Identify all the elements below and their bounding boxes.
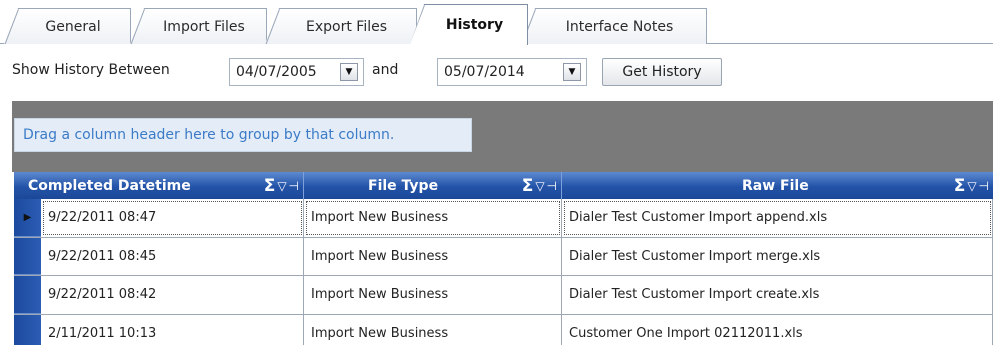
cell-raw-file[interactable]: Dialer Test Customer Import merge.xls xyxy=(562,237,993,275)
row-selector[interactable] xyxy=(14,237,41,275)
cell-completed-datetime[interactable]: 9/22/2011 08:42 xyxy=(41,276,304,314)
cell-file-type[interactable]: Import New Business xyxy=(304,276,562,314)
grid-body: ▶ 9/22/2011 08:47 Import New Business Di… xyxy=(14,199,993,345)
get-history-button[interactable]: Get History xyxy=(602,58,722,86)
grid-header: Completed Datetime Σ ▽ ⊣ File Type Σ ▽ ⊣… xyxy=(14,172,993,199)
cell-file-type[interactable]: Import New Business xyxy=(304,314,562,345)
cell-completed-datetime[interactable]: 2/11/2011 10:13 xyxy=(41,314,304,345)
group-by-hint: Drag a column header here to group by th… xyxy=(14,118,472,152)
table-row[interactable]: ▶ 9/22/2011 08:47 Import New Business Di… xyxy=(14,199,993,238)
row-selector[interactable]: ▶ xyxy=(14,199,41,237)
table-row[interactable]: 9/22/2011 08:45 Import New Business Dial… xyxy=(14,237,993,276)
tab-label: General xyxy=(45,18,101,35)
tab-label: Export Files xyxy=(306,18,387,35)
tab-interface-notes[interactable]: Interface Notes xyxy=(521,8,707,44)
cell-completed-datetime[interactable]: 9/22/2011 08:47 xyxy=(41,199,304,237)
filter-icon[interactable]: ▽ xyxy=(967,179,976,193)
tab-strip: General Import Files Export Files Interf… xyxy=(0,0,993,45)
column-header-file-type[interactable]: File Type Σ ▽ ⊣ xyxy=(304,172,562,199)
filter-icon[interactable]: ▽ xyxy=(535,179,544,193)
cell-raw-file[interactable]: Dialer Test Customer Import append.xls xyxy=(562,199,993,237)
tab-history[interactable]: History xyxy=(410,4,528,45)
history-window: General Import Files Export Files Interf… xyxy=(0,0,993,345)
column-header-raw-file[interactable]: Raw File Σ ▽ ⊣ xyxy=(562,172,993,199)
row-pointer-icon: ▶ xyxy=(23,211,32,223)
tab-label: Import Files xyxy=(163,18,245,35)
sum-icon[interactable]: Σ xyxy=(264,176,276,196)
sum-icon[interactable]: Σ xyxy=(954,176,966,196)
end-date-picker[interactable]: 05/07/2014 ▼ xyxy=(437,58,587,86)
chevron-down-icon[interactable]: ▼ xyxy=(340,63,358,81)
column-title: Completed Datetime xyxy=(28,177,191,194)
row-selector[interactable] xyxy=(14,314,41,345)
column-title: Raw File xyxy=(742,177,809,194)
chevron-down-icon[interactable]: ▼ xyxy=(563,63,581,81)
pin-icon[interactable]: ⊣ xyxy=(979,179,989,193)
filter-icon[interactable]: ▽ xyxy=(277,179,286,193)
column-header-completed-datetime[interactable]: Completed Datetime Σ ▽ ⊣ xyxy=(14,172,304,199)
and-label: and xyxy=(372,62,399,78)
end-date-value[interactable]: 05/07/2014 xyxy=(438,64,563,80)
start-date-picker[interactable]: 04/07/2005 ▼ xyxy=(229,58,364,86)
table-row[interactable]: 9/22/2011 08:42 Import New Business Dial… xyxy=(14,276,993,315)
cell-raw-file[interactable]: Dialer Test Customer Import create.xls xyxy=(562,276,993,314)
tab-label: History xyxy=(445,17,504,33)
pin-icon[interactable]: ⊣ xyxy=(289,179,299,193)
history-toolbar: Show History Between 04/07/2005 ▼ and 05… xyxy=(0,56,993,86)
cell-completed-datetime[interactable]: 9/22/2011 08:45 xyxy=(41,237,304,275)
tab-general[interactable]: General xyxy=(4,8,131,44)
cell-raw-file[interactable]: Customer One Import 02112011.xls xyxy=(562,314,993,345)
tab-label: Interface Notes xyxy=(565,18,674,35)
pin-icon[interactable]: ⊣ xyxy=(547,179,557,193)
cell-file-type[interactable]: Import New Business xyxy=(304,237,562,275)
table-row[interactable]: 2/11/2011 10:13 Import New Business Cust… xyxy=(14,314,993,345)
show-history-label: Show History Between xyxy=(12,62,170,78)
sum-icon[interactable]: Σ xyxy=(522,176,534,196)
tab-export-files[interactable]: Export Files xyxy=(265,8,417,44)
column-title: File Type xyxy=(368,177,439,194)
row-selector[interactable] xyxy=(14,276,41,314)
start-date-value[interactable]: 04/07/2005 xyxy=(230,64,340,80)
cell-file-type[interactable]: Import New Business xyxy=(304,199,562,237)
tab-import-files[interactable]: Import Files xyxy=(130,8,267,44)
